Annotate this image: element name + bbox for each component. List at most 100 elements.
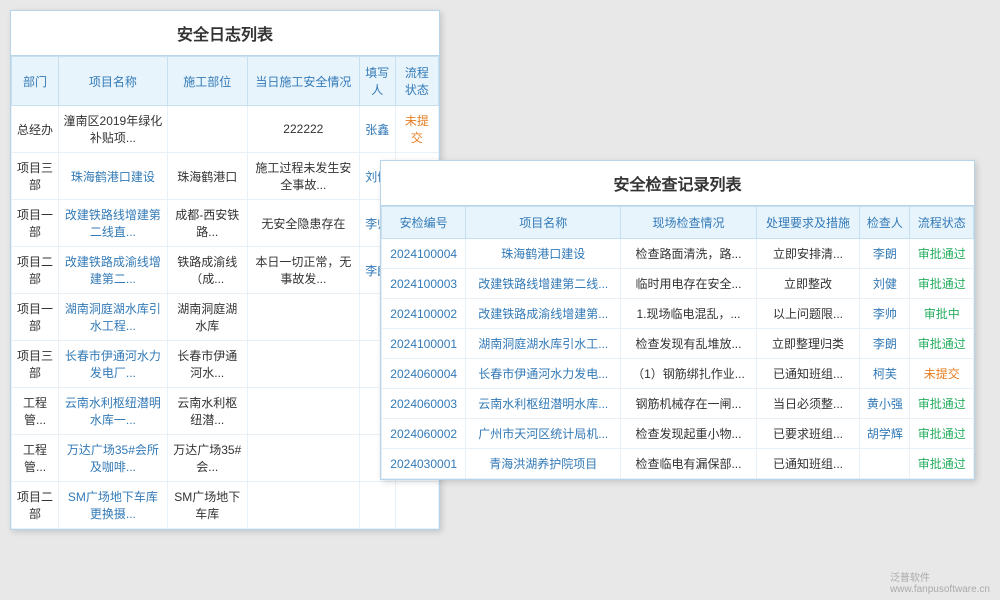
right-table-body: 2024100004珠海鹤港口建设检查路面清洗，路...立即安排清...李朗审批… — [382, 239, 974, 479]
table-cell: 潼南区2019年绿化补贴项... — [59, 106, 168, 153]
table-cell — [247, 388, 359, 435]
table-row: 2024060004长春市伊通河水力发电...（1）钢筋绑扎作业...已通知班组… — [382, 359, 974, 389]
table-cell — [860, 449, 910, 479]
table-cell[interactable]: 李朗 — [860, 239, 910, 269]
table-cell[interactable]: 云南水利枢纽潜明水库... — [466, 389, 621, 419]
table-cell — [167, 106, 247, 153]
table-cell[interactable]: 柯芙 — [860, 359, 910, 389]
table-cell[interactable]: 珠海鹤港口建设 — [466, 239, 621, 269]
table-cell[interactable]: 2024100004 — [382, 239, 466, 269]
left-col-header: 施工部位 — [167, 57, 247, 106]
right-col-header: 检查人 — [860, 207, 910, 239]
table-cell: 审批通过 — [910, 269, 974, 299]
table-cell: 审批通过 — [910, 389, 974, 419]
table-cell: 项目一部 — [12, 200, 59, 247]
table-cell[interactable]: 2024060002 — [382, 419, 466, 449]
table-cell[interactable]: 2024060004 — [382, 359, 466, 389]
table-cell[interactable]: 湖南洞庭湖水库引水工... — [466, 329, 621, 359]
left-table-body: 总经办潼南区2019年绿化补贴项...222222张鑫未提交项目三部珠海鹤港口建… — [12, 106, 439, 529]
table-cell[interactable]: 改建铁路线增建第二线... — [466, 269, 621, 299]
table-cell[interactable]: 长春市伊通河水力发电... — [466, 359, 621, 389]
table-cell: 万达广场35#会... — [167, 435, 247, 482]
table-cell: 已要求班组... — [756, 419, 860, 449]
table-cell: 成都-西安铁路... — [167, 200, 247, 247]
table-cell: 1.现场临电混乱，... — [621, 299, 757, 329]
table-cell[interactable]: 李朗 — [860, 329, 910, 359]
table-cell: 长春市伊通河水... — [167, 341, 247, 388]
table-cell[interactable]: 2024100003 — [382, 269, 466, 299]
right-panel: 安全检查记录列表 安检编号项目名称现场检查情况处理要求及措施检查人流程状态 20… — [380, 160, 975, 480]
table-row: 项目二部SM广场地下车库更换摄...SM广场地下车库 — [12, 482, 439, 529]
table-cell — [395, 482, 438, 529]
table-cell[interactable]: 云南水利枢纽潜明水库一... — [59, 388, 168, 435]
table-cell: 检查临电有漏保部... — [621, 449, 757, 479]
table-cell: 已通知班组... — [756, 359, 860, 389]
table-cell: 施工过程未发生安全事故... — [247, 153, 359, 200]
left-panel-title: 安全日志列表 — [11, 11, 439, 56]
table-cell: 检查发现起重小物... — [621, 419, 757, 449]
table-row: 工程管...云南水利枢纽潜明水库一...云南水利枢纽潜... — [12, 388, 439, 435]
table-cell[interactable]: 张鑫 — [359, 106, 395, 153]
left-col-header: 填写人 — [359, 57, 395, 106]
left-col-header: 部门 — [12, 57, 59, 106]
safety-check-table: 安检编号项目名称现场检查情况处理要求及措施检查人流程状态 2024100004珠… — [381, 206, 974, 479]
table-cell: 湖南洞庭湖水库 — [167, 294, 247, 341]
table-cell[interactable]: 2024100001 — [382, 329, 466, 359]
table-cell[interactable]: 改建铁路成渝线增建第二... — [59, 247, 168, 294]
table-cell[interactable]: 刘健 — [860, 269, 910, 299]
table-cell: 珠海鹤港口 — [167, 153, 247, 200]
right-col-header: 处理要求及措施 — [756, 207, 860, 239]
table-cell: 总经办 — [12, 106, 59, 153]
table-cell[interactable]: 2024100002 — [382, 299, 466, 329]
table-cell[interactable]: 广州市天河区统计局机... — [466, 419, 621, 449]
safety-log-table: 部门项目名称施工部位当日施工安全情况填写人流程状态 总经办潼南区2019年绿化补… — [11, 56, 439, 529]
table-cell: 检查发现有乱堆放... — [621, 329, 757, 359]
table-cell: 审批通过 — [910, 419, 974, 449]
table-cell: 铁路成渝线（成... — [167, 247, 247, 294]
table-row: 2024060002广州市天河区统计局机...检查发现起重小物...已要求班组.… — [382, 419, 974, 449]
table-cell: 项目三部 — [12, 153, 59, 200]
table-cell — [247, 482, 359, 529]
table-cell: SM广场地下车库 — [167, 482, 247, 529]
left-panel: 安全日志列表 部门项目名称施工部位当日施工安全情况填写人流程状态 总经办潼南区2… — [10, 10, 440, 530]
table-cell[interactable]: SM广场地下车库更换摄... — [59, 482, 168, 529]
table-cell[interactable]: 湖南洞庭湖水库引水工程... — [59, 294, 168, 341]
table-row: 项目一部湖南洞庭湖水库引水工程...湖南洞庭湖水库 — [12, 294, 439, 341]
table-row: 2024100001湖南洞庭湖水库引水工...检查发现有乱堆放...立即整理归类… — [382, 329, 974, 359]
left-col-header: 当日施工安全情况 — [247, 57, 359, 106]
table-cell: 检查路面清洗，路... — [621, 239, 757, 269]
table-cell: 审批通过 — [910, 239, 974, 269]
table-cell: 工程管... — [12, 388, 59, 435]
table-cell: 工程管... — [12, 435, 59, 482]
table-cell[interactable]: 青海洪湖养护院项目 — [466, 449, 621, 479]
table-row: 项目三部长春市伊通河水力发电厂...长春市伊通河水... — [12, 341, 439, 388]
table-cell[interactable]: 2024030001 — [382, 449, 466, 479]
table-cell — [247, 294, 359, 341]
table-cell: 立即整改 — [756, 269, 860, 299]
table-cell[interactable]: 李帅 — [860, 299, 910, 329]
table-cell: 临时用电存在安全... — [621, 269, 757, 299]
table-cell[interactable]: 万达广场35#会所及咖啡... — [59, 435, 168, 482]
table-cell: 无安全隐患存在 — [247, 200, 359, 247]
table-cell[interactable]: 黄小强 — [860, 389, 910, 419]
table-cell — [247, 435, 359, 482]
table-cell[interactable]: 改建铁路成渝线增建第... — [466, 299, 621, 329]
table-cell: 审批通过 — [910, 329, 974, 359]
table-cell — [359, 482, 395, 529]
table-cell[interactable]: 长春市伊通河水力发电厂... — [59, 341, 168, 388]
table-cell[interactable]: 2024060003 — [382, 389, 466, 419]
left-col-header: 项目名称 — [59, 57, 168, 106]
right-panel-title: 安全检查记录列表 — [381, 161, 974, 206]
table-row: 项目二部改建铁路成渝线增建第二...铁路成渝线（成...本日一切正常，无事故发.… — [12, 247, 439, 294]
table-cell: 当日必须整... — [756, 389, 860, 419]
table-cell: （1）钢筋绑扎作业... — [621, 359, 757, 389]
table-cell[interactable]: 珠海鹤港口建设 — [59, 153, 168, 200]
table-cell: 钢筋机械存在一闸... — [621, 389, 757, 419]
table-cell[interactable]: 胡学辉 — [860, 419, 910, 449]
table-cell: 未提交 — [910, 359, 974, 389]
table-cell[interactable]: 改建铁路线增建第二线直... — [59, 200, 168, 247]
table-cell: 以上问题限... — [756, 299, 860, 329]
right-col-header: 现场检查情况 — [621, 207, 757, 239]
right-col-header: 项目名称 — [466, 207, 621, 239]
table-row: 项目一部改建铁路线增建第二线直...成都-西安铁路...无安全隐患存在李帅作废 — [12, 200, 439, 247]
